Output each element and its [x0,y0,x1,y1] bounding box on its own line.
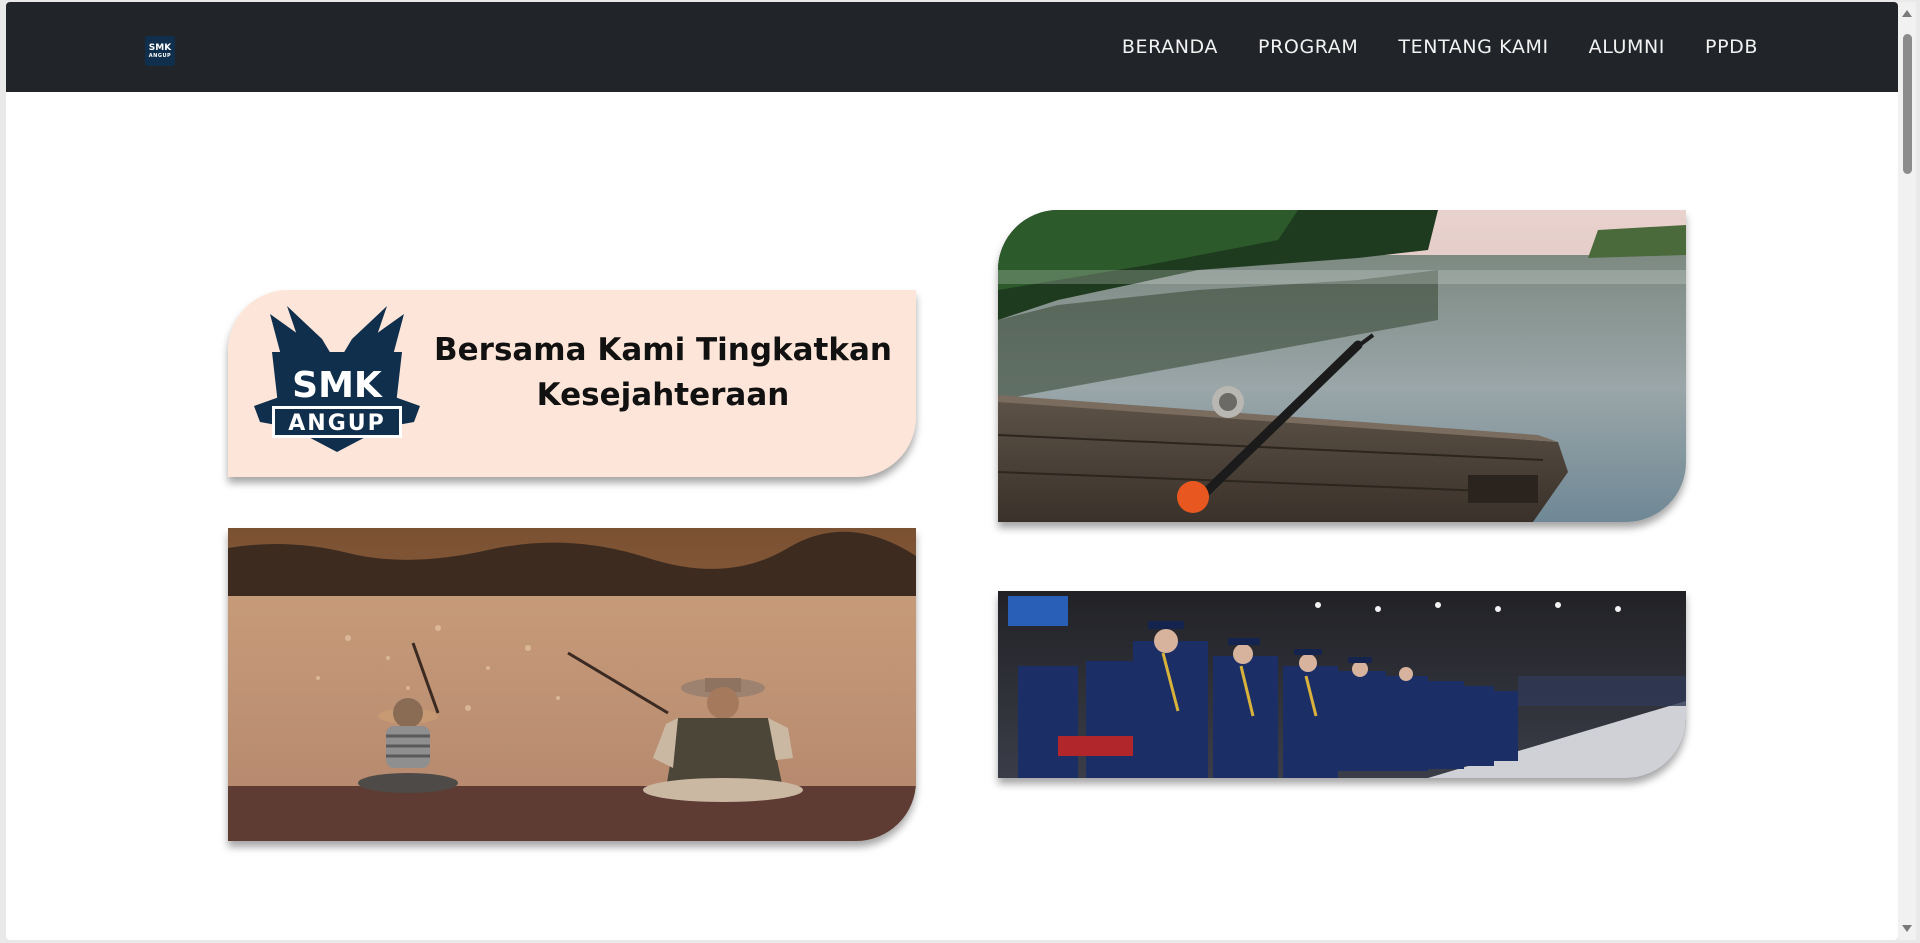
nav-link-ppdb[interactable]: PPDB [1705,36,1758,58]
smk-angup-emblem: SMK ANGUP [254,306,420,452]
vertical-scrollbar[interactable] [1898,2,1916,940]
nav-link-tentang-kami[interactable]: TENTANG KAMI [1398,36,1548,58]
photo-fishing-rod-dock [998,210,1686,522]
nav-link-program[interactable]: PROGRAM [1258,36,1358,58]
nav-menu: BERANDA PROGRAM TENTANG KAMI ALUMNI PPDB [1122,2,1758,92]
photo-father-son-fishing [228,528,916,841]
scroll-down-arrow-icon[interactable] [1902,925,1912,932]
site-logo-line1: SMK [148,42,172,53]
hero-tagline-line2: Kesejahteraan [536,377,790,413]
scroll-up-arrow-icon[interactable] [1902,10,1912,17]
scrollbar-thumb[interactable] [1903,34,1912,174]
father-son-fishing-image [228,528,916,841]
fishing-rod-dock-image [998,210,1686,522]
svg-text:SMK: SMK [292,365,383,406]
photo-graduation [998,591,1686,778]
nav-link-alumni[interactable]: ALUMNI [1589,36,1665,58]
site-logo-line2: ANGUP [148,52,172,59]
nav-link-beranda[interactable]: BERANDA [1122,36,1218,58]
browser-viewport: SMK ANGUP BERANDA PROGRAM TENTANG KAMI A… [6,2,1898,940]
hero-tagline-line1: Bersama Kami Tingkatkan [434,332,892,368]
site-logo[interactable]: SMK ANGUP [145,36,175,66]
hero-tagline: Bersama Kami Tingkatkan Kesejahteraan [428,328,898,418]
svg-text:ANGUP: ANGUP [288,411,385,436]
graduation-image [998,591,1686,778]
navbar: SMK ANGUP BERANDA PROGRAM TENTANG KAMI A… [6,2,1898,92]
hero-banner-card: SMK ANGUP Bersama Kami Tingkatkan Keseja… [228,290,916,477]
